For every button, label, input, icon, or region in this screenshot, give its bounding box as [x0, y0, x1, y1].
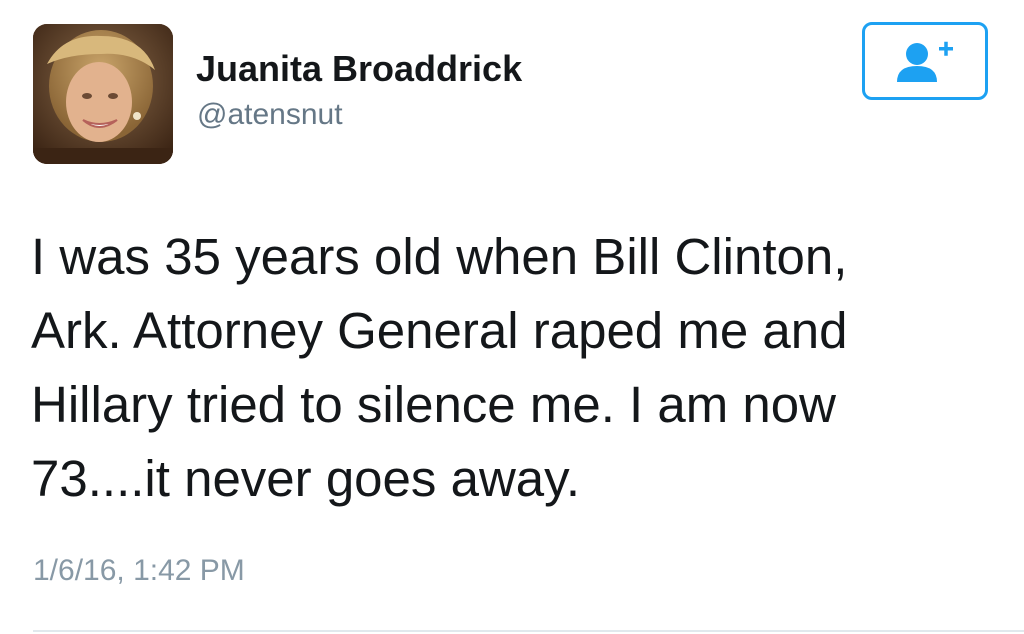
tweet-line: Ark. Attorney General raped me and [31, 302, 848, 359]
display-name[interactable]: Juanita Broaddrick [196, 48, 522, 89]
divider [33, 630, 1024, 632]
tweet-card: Juanita Broaddrick @atensnut I was 35 ye… [0, 0, 1024, 634]
tweet-line: I was 35 years old when Bill Clinton, [31, 228, 848, 285]
tweet-line: Hillary tried to silence me. I am now [31, 376, 836, 433]
tweet-line: 73....it never goes away. [31, 450, 581, 507]
avatar-photo-image [33, 24, 173, 164]
user-handle[interactable]: @atensnut [197, 98, 343, 133]
tweet-text: I was 35 years old when Bill Clinton, Ar… [31, 220, 991, 516]
avatar[interactable] [33, 24, 173, 164]
add-user-icon [897, 41, 953, 82]
follow-button[interactable] [862, 22, 988, 100]
tweet-timestamp[interactable]: 1/6/16, 1:42 PM [33, 554, 245, 589]
